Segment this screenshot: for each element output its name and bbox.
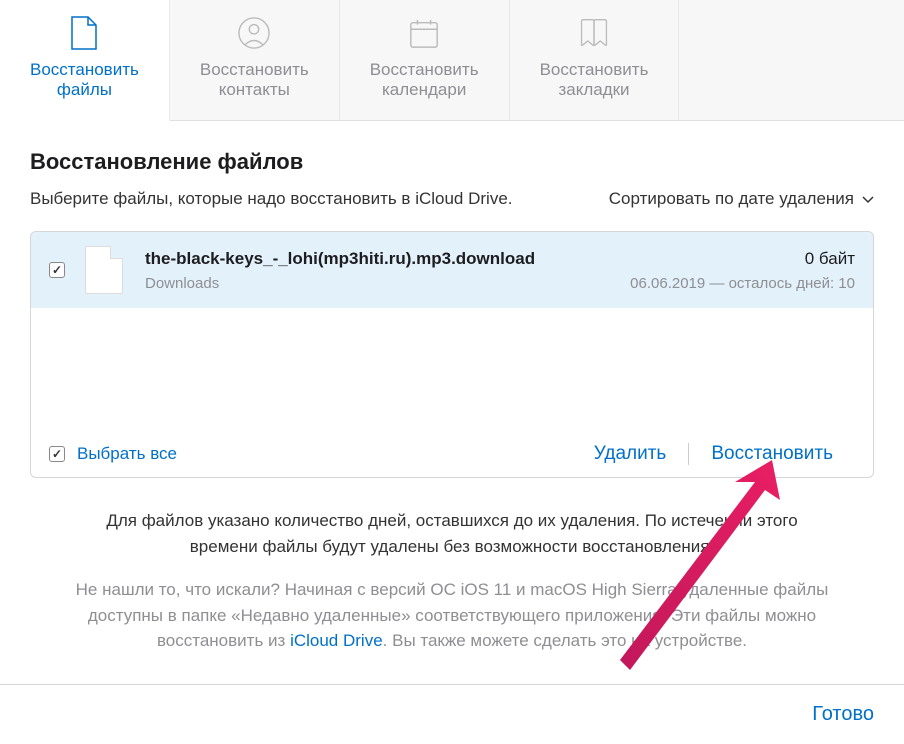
select-all-label: Выбрать все [77,444,177,464]
footer-info-secondary: Не нашли то, что искали? Начиная с верси… [30,559,874,684]
file-date-remaining: 06.06.2019 — осталось дней: 10 [630,275,855,292]
file-name: the-black-keys_-_lohi(mp3hiti.ru).mp3.do… [145,249,535,269]
actions-bar: Выбрать все Удалить Восстановить [30,431,874,478]
file-icon [68,12,100,54]
sort-dropdown[interactable]: Сортировать по дате удаления [609,189,874,209]
done-button[interactable]: Готово [812,703,874,726]
tab-label: Восстановить закладки [540,60,649,100]
tab-bar: Восстановить файлы Восстановить контакты [0,0,904,121]
select-all[interactable]: Выбрать все [49,444,177,464]
tab-restore-contacts[interactable]: Восстановить контакты [170,0,340,120]
select-all-checkbox[interactable] [49,446,65,462]
restore-button[interactable]: Восстановить [688,443,855,465]
contact-icon [238,12,270,54]
main-content: Восстановление файлов Выберите файлы, ко… [0,121,904,684]
tab-restore-bookmarks[interactable]: Восстановить закладки [510,0,680,120]
sort-label: Сортировать по дате удаления [609,189,854,209]
file-folder: Downloads [145,275,219,292]
icloud-drive-link[interactable]: iCloud Drive [290,631,383,650]
instruction-text: Выберите файлы, которые надо восстановит… [30,189,513,209]
bookmark-icon [578,12,610,54]
tab-restore-files[interactable]: Восстановить файлы [0,0,170,121]
file-size: 0 байт [805,249,855,269]
bottom-bar: Готово [0,684,904,744]
chevron-down-icon [862,189,874,209]
calendar-icon [408,12,440,54]
tab-label: Восстановить контакты [200,60,309,100]
page-heading: Восстановление файлов [30,149,874,175]
file-checkbox[interactable] [49,262,65,278]
footer-info-primary: Для файлов указано количество дней, оста… [30,478,874,559]
tab-label: Восстановить файлы [30,60,139,100]
delete-button[interactable]: Удалить [572,443,689,465]
tab-label: Восстановить календари [370,60,479,100]
generic-file-icon [85,246,123,294]
tab-restore-calendars[interactable]: Восстановить календари [340,0,510,120]
footer-text-b: . Вы также можете сделать это на устройс… [383,631,747,650]
file-item[interactable]: the-black-keys_-_lohi(mp3hiti.ru).mp3.do… [31,232,873,308]
file-list: the-black-keys_-_lohi(mp3hiti.ru).mp3.do… [30,231,874,437]
